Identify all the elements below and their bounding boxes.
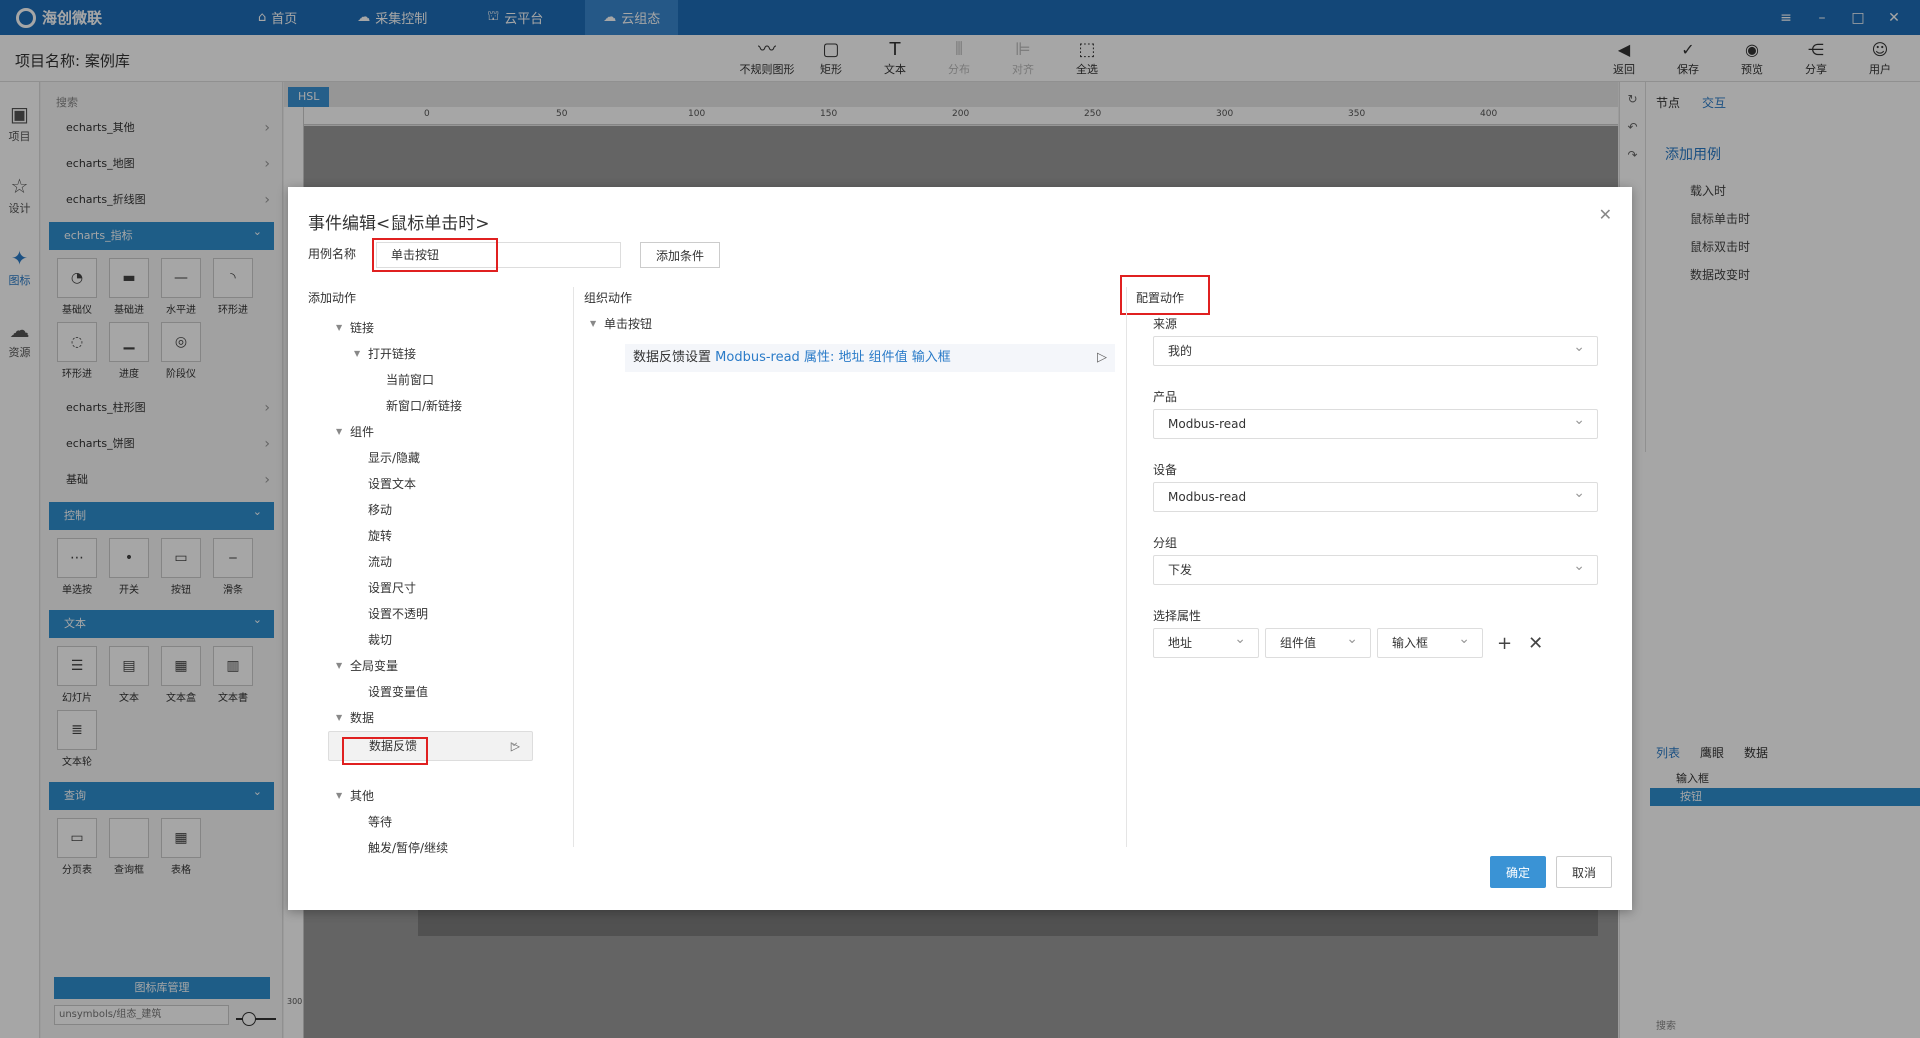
tree-node-open-link[interactable]: ▼ 打开链接 — [328, 341, 533, 367]
caret-down-icon: ▼ — [336, 323, 343, 332]
action-tree: ▼ 链接 ▼ 打开链接 当前窗口 新窗口/新链接 ▼ 组件 显示/隐藏 设置文本 移动… — [328, 315, 533, 861]
caret-down-icon: ▼ — [336, 713, 343, 722]
caret-down-icon: ▼ — [336, 427, 343, 436]
group-label: 分组 — [1153, 536, 1178, 550]
tree-node-rotate[interactable]: 旋转 — [328, 523, 533, 549]
product-label: 产品 — [1153, 390, 1178, 404]
play-icon[interactable]: ▷ — [1097, 344, 1107, 372]
attribute-select-address[interactable]: 地址 — [1153, 625, 1259, 658]
event-edit-dialog: 事件编辑<鼠标单击时> ✕ 用例名称 单击按钮 添加条件 添加动作 组织动作 配… — [288, 187, 1632, 910]
tree-node-new-window[interactable]: 新窗口/新链接 — [328, 393, 533, 419]
close-icon[interactable]: ✕ — [1599, 205, 1612, 224]
caret-down-icon: ▼ — [336, 661, 343, 670]
group-select[interactable]: 下发 — [1153, 552, 1598, 585]
caret-down-icon: ▼ — [336, 791, 343, 800]
source-label: 来源 — [1153, 317, 1178, 331]
column-divider — [573, 287, 574, 847]
tree-node-set-variable[interactable]: 设置变量值 — [328, 679, 533, 705]
tree-node-global-variable[interactable]: ▼ 全局变量 — [328, 653, 533, 679]
tree-node-show-hide[interactable]: 显示/隐藏 — [328, 445, 533, 471]
column-divider — [1126, 287, 1127, 847]
tree-node-data[interactable]: ▼ 数据 — [328, 705, 533, 731]
attribute-select-component-value[interactable]: 组件值 — [1265, 625, 1371, 658]
attribute-select-input[interactable]: 输入框 — [1377, 625, 1483, 658]
tree-node-wait[interactable]: 等待 — [328, 809, 533, 835]
tree-node-crop[interactable]: 裁切 — [328, 627, 533, 653]
add-action-header: 添加动作 — [308, 291, 357, 305]
product-select[interactable]: Modbus-read — [1153, 406, 1598, 439]
tree-node-component[interactable]: ▼ 组件 — [328, 419, 533, 445]
configure-action-form: 来源 我的 产品 Modbus-read 设备 Modbus-read 分组 下… — [1153, 315, 1598, 658]
source-select[interactable]: 我的 — [1153, 333, 1598, 366]
action-item[interactable]: 数据反馈设置 Modbus-read 属性: 地址 组件值 输入框 ▷ — [625, 344, 1115, 372]
device-label: 设备 — [1153, 463, 1178, 477]
device-select[interactable]: Modbus-read — [1153, 479, 1598, 512]
tree-node-other[interactable]: ▼ 其他 — [328, 783, 533, 809]
tree-node-set-text[interactable]: 设置文本 — [328, 471, 533, 497]
highlight-box — [1120, 275, 1210, 315]
plus-icon[interactable]: + — [1497, 633, 1512, 654]
cancel-button[interactable]: 取消 — [1556, 856, 1612, 888]
attribute-label: 选择属性 — [1153, 609, 1202, 623]
caret-down-icon: ▼ — [354, 349, 361, 358]
close-icon[interactable]: ✕ — [1528, 633, 1543, 654]
dialog-title: 事件编辑<鼠标单击时> — [308, 214, 490, 234]
organize-tree: ▼ 单击按钮 — [582, 311, 652, 337]
tree-node-current-window[interactable]: 当前窗口 — [328, 367, 533, 393]
tree-node-trigger[interactable]: 触发/暂停/继续 — [328, 835, 533, 861]
tree-node-move[interactable]: 移动 — [328, 497, 533, 523]
organize-action-header: 组织动作 — [584, 291, 633, 305]
confirm-button[interactable]: 确定 — [1490, 856, 1546, 888]
case-name-label: 用例名称 — [308, 247, 357, 261]
tree-node-flow[interactable]: 流动 — [328, 549, 533, 575]
tree-node-set-size[interactable]: 设置尺寸 — [328, 575, 533, 601]
tree-node-set-opacity[interactable]: 设置不透明 — [328, 601, 533, 627]
org-case-node[interactable]: ▼ 单击按钮 — [582, 311, 652, 337]
play-icon[interactable]: ▷ — [511, 732, 520, 760]
add-condition-button[interactable]: 添加条件 — [640, 242, 720, 268]
highlight-box — [342, 737, 428, 765]
caret-down-icon: ▼ — [590, 319, 597, 328]
tree-node-link[interactable]: ▼ 链接 — [328, 315, 533, 341]
highlight-box — [372, 238, 498, 272]
